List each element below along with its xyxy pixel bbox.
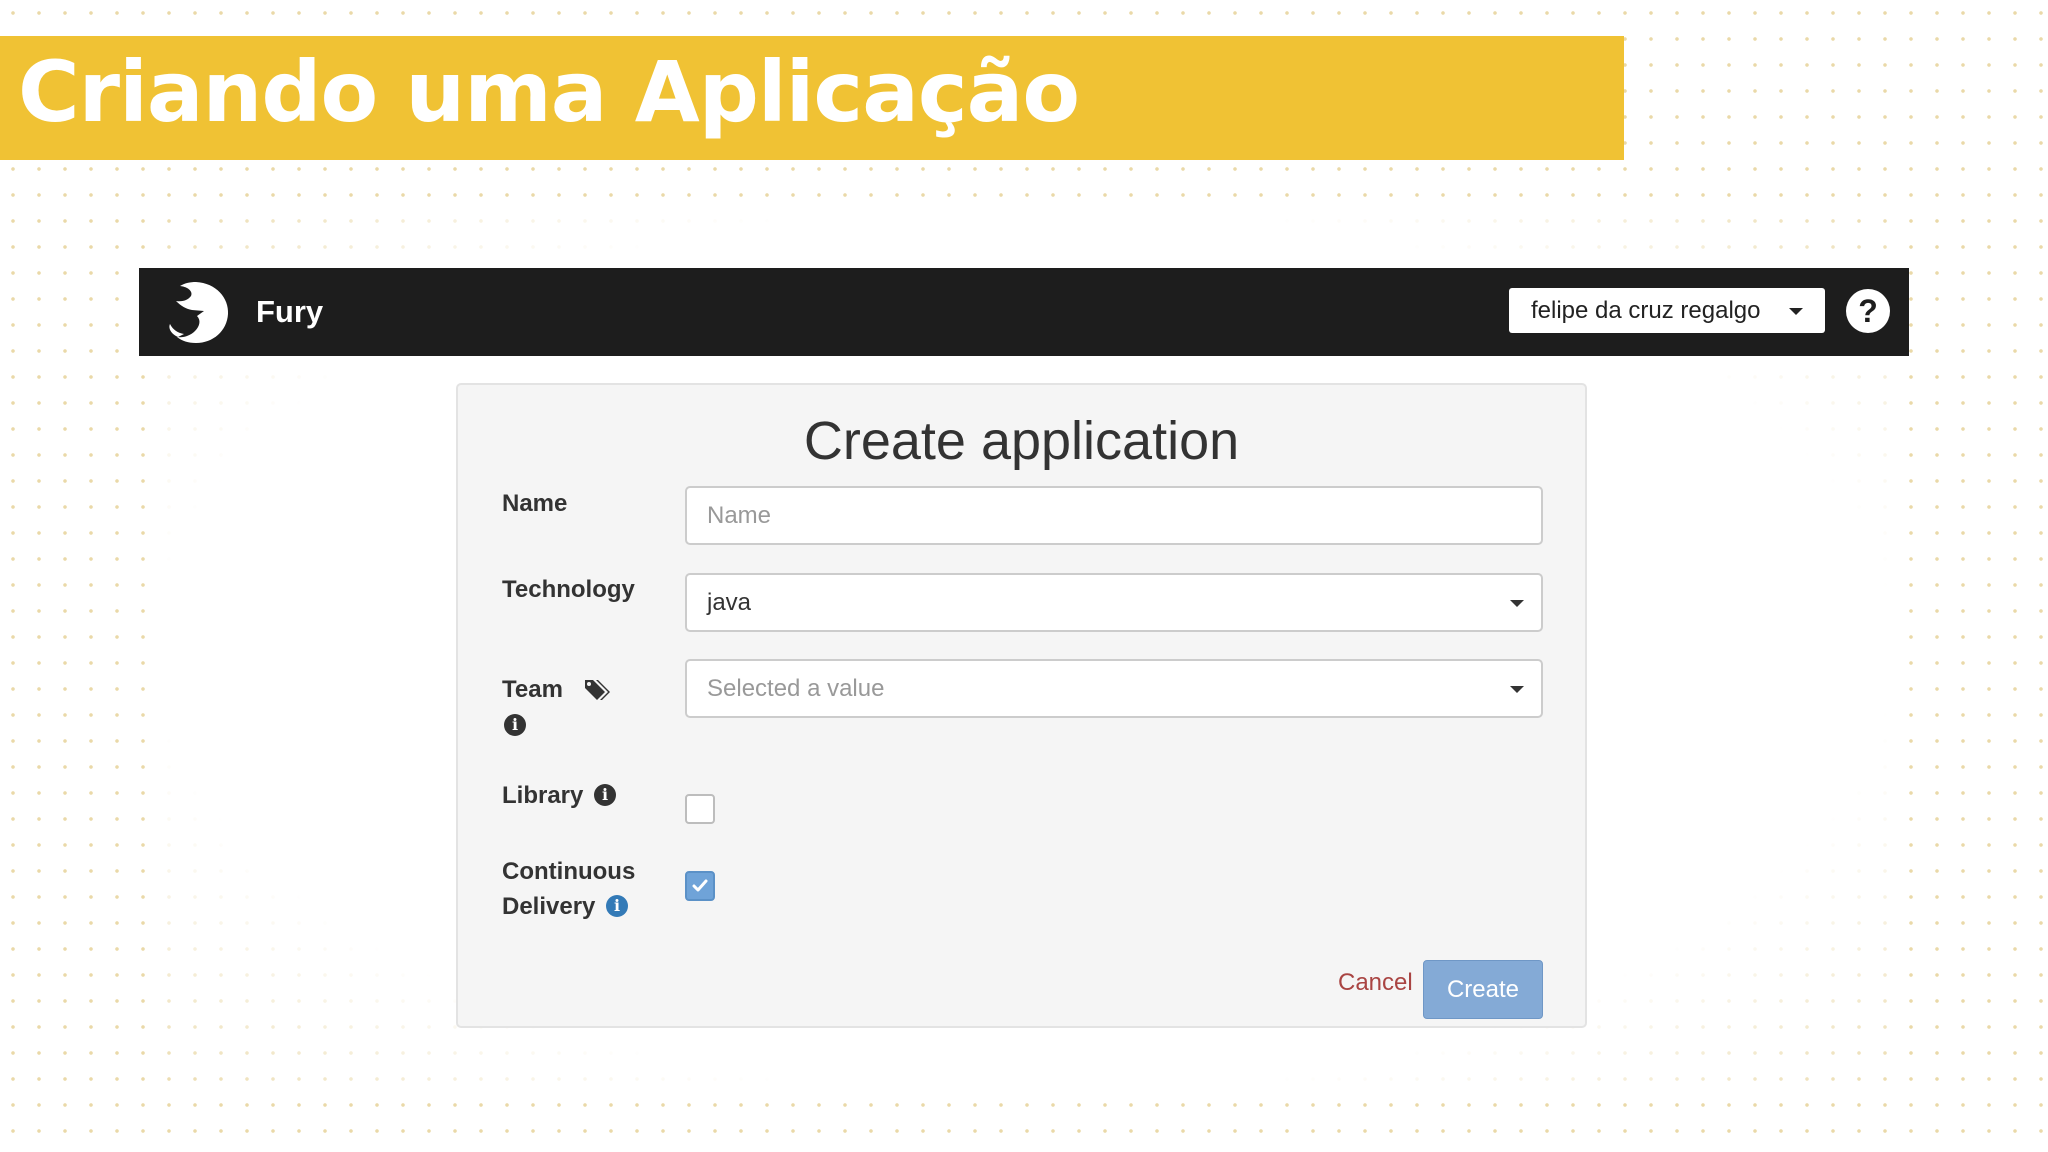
- continuous-delivery-info-icon[interactable]: i: [606, 895, 628, 917]
- chevron-down-icon: [1789, 308, 1803, 315]
- slide-title: Criando uma Aplicação: [18, 43, 1080, 141]
- team-label: Team: [502, 676, 563, 703]
- create-application-form: Create application Name Name Technology …: [456, 383, 1587, 1028]
- name-label: Name: [502, 490, 568, 517]
- checkmark-icon: [692, 879, 708, 892]
- chevron-down-icon: [1510, 686, 1524, 693]
- form-title: Create application: [803, 411, 1240, 471]
- chevron-down-icon: [1510, 600, 1524, 607]
- continuous-delivery-label-line1: Continuous: [502, 858, 636, 885]
- question-circle-icon[interactable]: ?: [1846, 289, 1890, 333]
- user-menu-dropdown[interactable]: felipe da cruz regalgo: [1509, 288, 1825, 333]
- technology-label: Technology: [502, 576, 635, 603]
- fury-logo-icon[interactable]: [166, 278, 232, 346]
- app-topbar: Fury felipe da cruz regalgo ?: [139, 268, 1909, 356]
- name-input[interactable]: Name: [685, 486, 1543, 545]
- technology-value: java: [707, 589, 752, 616]
- cancel-link[interactable]: Cancel: [1338, 968, 1413, 998]
- library-label: Library: [502, 782, 584, 809]
- team-select[interactable]: Selected a value: [685, 659, 1543, 718]
- name-placeholder: Name: [707, 502, 772, 529]
- continuous-delivery-label-line2: Delivery: [502, 893, 596, 920]
- library-checkbox[interactable]: [685, 794, 715, 824]
- team-info-icon[interactable]: i: [504, 714, 526, 736]
- user-menu-label: felipe da cruz regalgo: [1531, 297, 1761, 324]
- brand-name[interactable]: Fury: [256, 292, 323, 332]
- team-placeholder: Selected a value: [707, 675, 885, 702]
- continuous-delivery-checkbox[interactable]: [685, 871, 715, 901]
- tags-icon: [585, 680, 610, 700]
- library-info-icon[interactable]: i: [594, 784, 616, 806]
- technology-select[interactable]: java: [685, 573, 1543, 632]
- create-button[interactable]: Create: [1423, 960, 1543, 1019]
